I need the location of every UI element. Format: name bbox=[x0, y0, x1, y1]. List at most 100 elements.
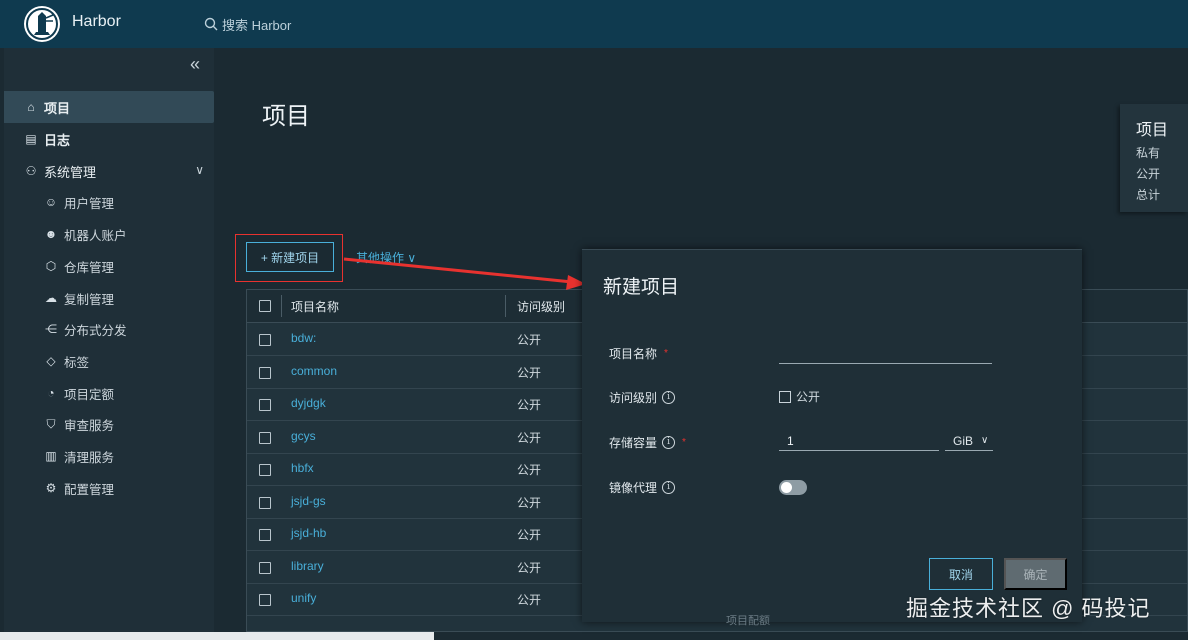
sidebar-item-logs[interactable]: ▤ 日志 bbox=[4, 123, 214, 155]
access-level: 公开 bbox=[517, 431, 542, 445]
access-level: 公开 bbox=[517, 496, 542, 510]
sidebar-item-distribution[interactable]: ⋲ 分布式分发 bbox=[4, 314, 214, 344]
new-project-button[interactable]: + 新建项目 bbox=[246, 242, 334, 272]
project-name-input[interactable] bbox=[779, 346, 992, 364]
access-level: 公开 bbox=[517, 561, 542, 575]
access-level: 公开 bbox=[517, 398, 542, 412]
project-name-link[interactable]: dyjdgk bbox=[291, 396, 326, 410]
toggle-knob bbox=[781, 482, 792, 493]
sidebar-item-labels[interactable]: ◇ 标签 bbox=[4, 346, 214, 376]
admin-icon: ⚇ bbox=[25, 164, 37, 178]
access-level: 公开 bbox=[517, 463, 542, 477]
storage-unit-select[interactable]: GiB ∨ bbox=[945, 431, 993, 451]
sidebar: « ⌂ 项目 ▤ 日志 ⚇ 系统管理 ∨ ☺ 用户管理 ☻ 机器人账户 ⬡ 仓库… bbox=[4, 48, 214, 632]
info-icon[interactable]: i bbox=[662, 391, 676, 404]
project-name-link[interactable]: common bbox=[291, 364, 337, 378]
sidebar-item-projects[interactable]: ⌂ 项目 bbox=[4, 91, 214, 123]
chevron-down-icon: ∨ bbox=[195, 163, 204, 177]
row-checkbox[interactable] bbox=[259, 399, 271, 411]
access-level: 公开 bbox=[517, 528, 542, 542]
top-header: Harbor 搜索 Harbor bbox=[0, 0, 1188, 48]
annotation-arrow-icon bbox=[343, 257, 586, 290]
sidebar-item-label: 审查服务 bbox=[64, 418, 115, 433]
project-icon: ⌂ bbox=[27, 100, 35, 114]
summary-title: 项目 bbox=[1136, 122, 1169, 139]
sidebar-item-configuration[interactable]: ⚙ 配置管理 bbox=[4, 473, 214, 503]
project-name-link[interactable]: gcys bbox=[291, 429, 316, 443]
access-level: 公开 bbox=[517, 333, 542, 347]
row-checkbox[interactable] bbox=[259, 432, 271, 444]
public-checkbox[interactable] bbox=[779, 390, 791, 403]
project-name-label-text: 项目名称 bbox=[609, 347, 658, 361]
sidebar-item-administration[interactable]: ⚇ 系统管理 ∨ bbox=[4, 155, 214, 187]
proxy-cache-label-text: 镜像代理 bbox=[609, 481, 658, 495]
modal-title: 新建项目 bbox=[603, 277, 680, 298]
project-name-link[interactable]: hbfx bbox=[291, 461, 314, 475]
project-name-link[interactable]: bdw: bbox=[291, 331, 316, 345]
required-marker: * bbox=[664, 348, 668, 359]
watermark: 掘金技术社区 @ 码投记 bbox=[906, 596, 1151, 621]
registry-icon: ⬡ bbox=[45, 259, 57, 273]
access-level-label: 访问级别 i bbox=[609, 389, 676, 406]
project-name-link[interactable]: unify bbox=[291, 591, 316, 605]
replication-icon: ☁ bbox=[45, 291, 57, 305]
tag-icon: ◇ bbox=[46, 354, 56, 368]
row-checkbox[interactable] bbox=[259, 562, 271, 574]
sidebar-item-cleanup[interactable]: ▥ 清理服务 bbox=[4, 441, 214, 471]
row-checkbox[interactable] bbox=[259, 334, 271, 346]
sidebar-item-users[interactable]: ☺ 用户管理 bbox=[4, 187, 214, 217]
global-search-input[interactable]: 搜索 Harbor bbox=[204, 13, 291, 35]
access-level: 公开 bbox=[517, 593, 542, 607]
trash-icon: ▥ bbox=[45, 449, 57, 463]
sidebar-item-replications[interactable]: ☁ 复制管理 bbox=[4, 283, 214, 313]
sidebar-item-quotas[interactable]: ◔ 项目定额 bbox=[4, 378, 214, 408]
distribution-icon: ⋲ bbox=[45, 322, 57, 336]
row-checkbox[interactable] bbox=[259, 464, 271, 476]
row-checkbox[interactable] bbox=[259, 594, 271, 606]
sidebar-item-interrogation[interactable]: ⛉ 审查服务 bbox=[4, 409, 214, 439]
info-icon[interactable]: i bbox=[662, 481, 676, 494]
cancel-button[interactable]: 取消 bbox=[929, 558, 993, 590]
storage-quota-input[interactable] bbox=[779, 431, 939, 451]
search-icon bbox=[204, 17, 218, 31]
column-divider bbox=[281, 295, 282, 317]
proxy-cache-toggle[interactable] bbox=[779, 480, 807, 495]
sidebar-item-label: 配置管理 bbox=[64, 482, 115, 497]
collapse-sidebar-icon[interactable]: « bbox=[184, 54, 206, 74]
sidebar-item-label: 项目定额 bbox=[64, 387, 115, 402]
project-name-link[interactable]: jsjd-hb bbox=[291, 526, 326, 540]
users-icon: ☺ bbox=[44, 195, 58, 209]
storage-quota-label-text: 存储容量 bbox=[609, 436, 658, 450]
project-summary-card: 项目 私有 公开 总计 bbox=[1120, 104, 1188, 212]
row-checkbox[interactable] bbox=[259, 497, 271, 509]
modal-footer-text: 项目配额 bbox=[726, 615, 770, 627]
sidebar-item-label: 复制管理 bbox=[64, 292, 115, 307]
select-all-checkbox[interactable] bbox=[259, 300, 271, 312]
page-title: 项目 bbox=[262, 103, 310, 130]
access-level-label-text: 访问级别 bbox=[609, 391, 658, 405]
column-header-access[interactable]: 访问级别 bbox=[517, 298, 565, 315]
sidebar-item-label: 用户管理 bbox=[64, 196, 115, 211]
harbor-logo-icon[interactable] bbox=[24, 6, 60, 42]
ok-button[interactable]: 确定 bbox=[1004, 558, 1067, 590]
access-level: 公开 bbox=[517, 366, 542, 380]
gear-icon: ⚙ bbox=[45, 481, 57, 495]
storage-unit-value: GiB bbox=[953, 433, 974, 448]
sidebar-item-label: 系统管理 bbox=[44, 164, 97, 180]
project-name-link[interactable]: jsjd-gs bbox=[291, 494, 326, 508]
project-name-link[interactable]: library bbox=[291, 559, 324, 573]
row-checkbox[interactable] bbox=[259, 529, 271, 541]
column-header-name[interactable]: 项目名称 bbox=[291, 298, 339, 315]
sidebar-item-registries[interactable]: ⬡ 仓库管理 bbox=[4, 251, 214, 281]
search-placeholder: 搜索 Harbor bbox=[222, 17, 292, 33]
info-icon[interactable]: i bbox=[662, 436, 676, 449]
storage-quota-label: 存储容量 i * bbox=[609, 434, 686, 451]
robot-icon: ☻ bbox=[44, 227, 58, 241]
public-checkbox-wrap[interactable]: 公开 bbox=[779, 388, 820, 405]
sidebar-item-robot-accounts[interactable]: ☻ 机器人账户 bbox=[4, 219, 214, 249]
sidebar-item-label: 仓库管理 bbox=[64, 260, 115, 275]
required-marker: * bbox=[682, 437, 686, 448]
sidebar-item-label: 分布式分发 bbox=[64, 323, 127, 338]
sidebar-item-label: 清理服务 bbox=[64, 450, 115, 465]
row-checkbox[interactable] bbox=[259, 367, 271, 379]
